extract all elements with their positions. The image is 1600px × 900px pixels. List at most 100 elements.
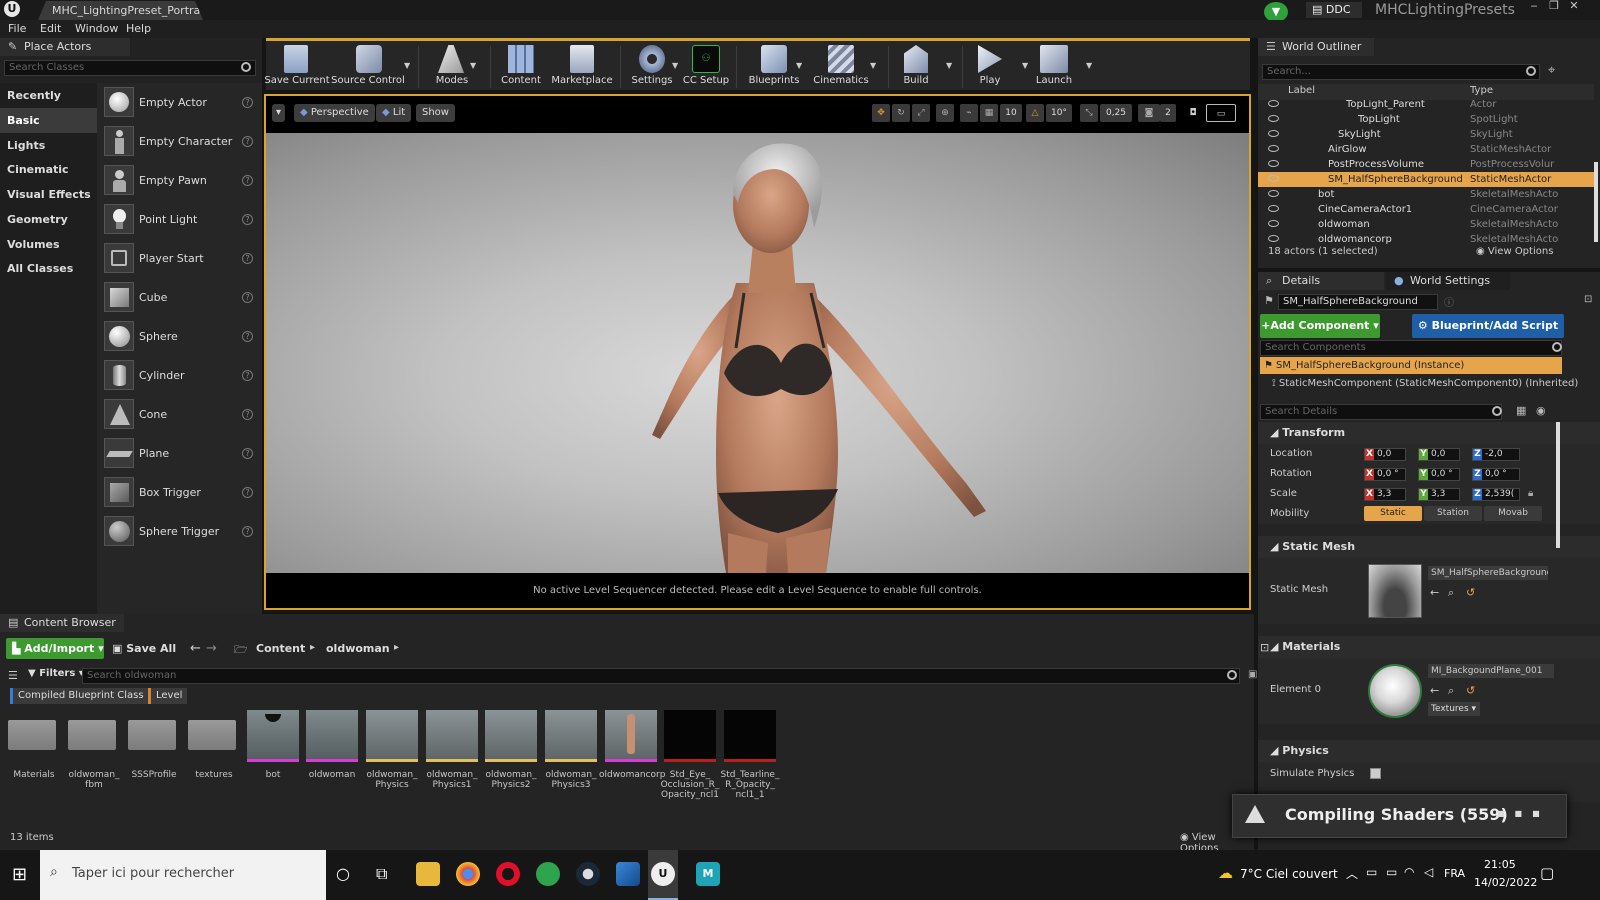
cortana-icon[interactable]: ○ [336,864,350,883]
component-instance-row[interactable]: ⚑ SM_HalfSphereBackground (Instance) [1260,357,1562,374]
lock-icon[interactable]: ⊡ [1584,294,1592,305]
scale-z-field[interactable]: Z 2,539( [1472,488,1520,501]
rotation-label[interactable]: Rotation [1270,468,1312,479]
language-indicator[interactable]: FRA [1444,867,1465,880]
visibility-eye-icon[interactable] [1268,115,1279,122]
visibility-eye-icon[interactable] [1268,205,1279,212]
help-icon[interactable]: ? [242,253,253,264]
steam-icon[interactable] [576,862,600,886]
scale-icon[interactable]: ⤢ [912,104,930,122]
search-classes-input[interactable]: Search Classes [4,60,256,76]
visibility-eye-icon[interactable] [1268,130,1279,137]
rotation-snap-icon[interactable]: △ [1026,104,1044,122]
label-column-header[interactable]: Label [1288,85,1315,96]
physics-section-header[interactable]: ◢ Physics [1258,740,1600,762]
menu-edit[interactable]: Edit [40,20,61,38]
search-details-input[interactable]: Search Details [1260,404,1502,420]
actor-item-empty-character[interactable]: Empty Character ? [97,122,262,161]
browse-icon[interactable]: ⌕ [1448,684,1454,698]
save-current-button[interactable]: Save Current [264,41,330,91]
help-icon[interactable]: ? [242,175,253,186]
modes-button[interactable]: Modes ▼ [430,41,476,91]
outliner-search-input[interactable]: Search... [1262,64,1540,80]
wifi-icon[interactable]: ◠ [1404,865,1414,879]
perspective-button[interactable]: ◆ Perspective [294,104,375,122]
location-label[interactable]: Location [1270,448,1312,459]
translate-icon[interactable]: ✥ [872,104,890,122]
chevron-down-icon[interactable]: ▼ [1086,61,1092,70]
battery-icon[interactable]: ▭ [1386,865,1397,879]
menu-window[interactable]: Window [75,20,118,38]
static-mesh-section-header[interactable]: ◢ Static Mesh [1258,536,1600,558]
mobility-stationary-button[interactable]: Station [1424,506,1482,521]
outliner-row[interactable]: bot SkeletalMeshActo [1258,187,1594,202]
photos-icon[interactable] [616,862,640,886]
ddc-shield-icon[interactable]: ▼ [1264,2,1288,22]
actor-item-empty-actor[interactable]: Empty Actor ? [97,83,262,122]
cinematics-button[interactable]: Cinematics ▼ [813,41,876,91]
chevron-down-icon[interactable]: ▼ [470,61,476,70]
outliner-row[interactable]: AirGlow StaticMeshActor [1258,142,1594,157]
material-thumbnail[interactable] [1368,664,1422,718]
help-icon[interactable]: ? [242,526,253,537]
search-components-input[interactable]: Search Components [1260,340,1562,356]
category-visual-effects[interactable]: Visual Effects [0,182,97,207]
scale-label[interactable]: Scale [1270,488,1297,499]
build-button[interactable]: Build ▼ [896,41,952,91]
outliner-row[interactable]: TopLight_Parent Actor [1258,100,1594,112]
browse-icon[interactable]: ⌕ [1448,586,1454,600]
chevron-down-icon[interactable]: ▼ [796,61,802,70]
play-button[interactable]: Play ▼ [970,41,1028,91]
mobility-static-button[interactable]: Static [1364,506,1422,521]
help-icon[interactable]: ? [242,97,253,108]
taskbar-search-box[interactable]: ⌕ Taper ici pour rechercher [40,850,326,900]
chevron-down-icon[interactable]: ▼ [946,61,952,70]
filter-chip-level[interactable]: Level [148,688,188,704]
source-control-button[interactable]: Source Control ▼ [331,41,410,91]
maximize-viewport-icon[interactable]: ◘ [1184,104,1202,122]
back-arrow-icon[interactable]: ← [190,641,201,656]
scale-x-field[interactable]: X 3,3 [1364,488,1406,501]
scale-snap-value[interactable]: 0,25 [1100,104,1132,122]
help-icon[interactable]: ? [242,214,253,225]
details-scrollbar[interactable] [1556,422,1560,548]
outliner-row[interactable]: oldwoman SkeletalMeshActo [1258,217,1594,232]
unreal-logo-icon[interactable]: U [4,1,20,17]
reset-icon[interactable]: ↺ [1466,586,1475,599]
save-all-button[interactable]: ▣ Save All [112,638,176,659]
visibility-eye-icon[interactable] [1268,190,1279,197]
surface-snap-icon[interactable]: ⌁ [960,104,978,122]
static-mesh-component-row[interactable]: ⟟ StaticMeshComponent (StaticMeshCompone… [1272,378,1578,389]
close-icon[interactable]: ✕ [1566,0,1582,14]
filters-button[interactable]: ▼ Filters ▾ [28,668,84,679]
visibility-eye-icon[interactable] [1268,160,1279,167]
menu-help[interactable]: Help [126,20,151,38]
transform-section-header[interactable]: ◢ Transform [1258,422,1600,444]
clock-date[interactable]: 14/02/2022 [1474,876,1537,889]
category-basic[interactable]: Basic [0,108,97,133]
use-selected-icon[interactable]: ← [1430,586,1439,599]
view-options-button[interactable]: ◉ View Options [1476,246,1553,257]
chevron-down-icon[interactable]: ▼ [870,61,876,70]
opera-icon[interactable] [496,862,520,886]
chevron-down-icon[interactable]: ▼ [404,61,410,70]
show-button[interactable]: Show [416,104,455,122]
pin-icon[interactable]: ⌖ [1548,63,1555,78]
content-browser-tab[interactable]: ▤ Content Browser [0,614,124,632]
sources-panel-icon[interactable]: ☰ [8,669,18,682]
help-icon[interactable]: ? [242,292,253,303]
category-geometry[interactable]: Geometry [0,207,97,232]
actor-item-point-light[interactable]: Point Light ? [97,200,262,239]
visibility-eye-icon[interactable] [1268,100,1279,107]
chevron-down-icon[interactable]: ▼ [1022,61,1028,70]
details-tab[interactable]: ⌕ Details [1258,272,1384,290]
outliner-row[interactable]: oldwomancorp SkeletalMeshActo [1258,232,1594,247]
actor-item-player-start[interactable]: Player Start ? [97,239,262,278]
help-icon[interactable]: ? [242,409,253,420]
outliner-row[interactable]: TopLight SpotLight [1258,112,1594,127]
mobility-movable-button[interactable]: Movab [1484,506,1542,521]
rotation-y-field[interactable]: Y 0,0 ° [1418,468,1460,481]
minimize-icon[interactable]: ‒ [1526,0,1542,14]
actor-item-plane[interactable]: Plane ? [97,434,262,473]
help-icon[interactable]: ? [242,487,253,498]
